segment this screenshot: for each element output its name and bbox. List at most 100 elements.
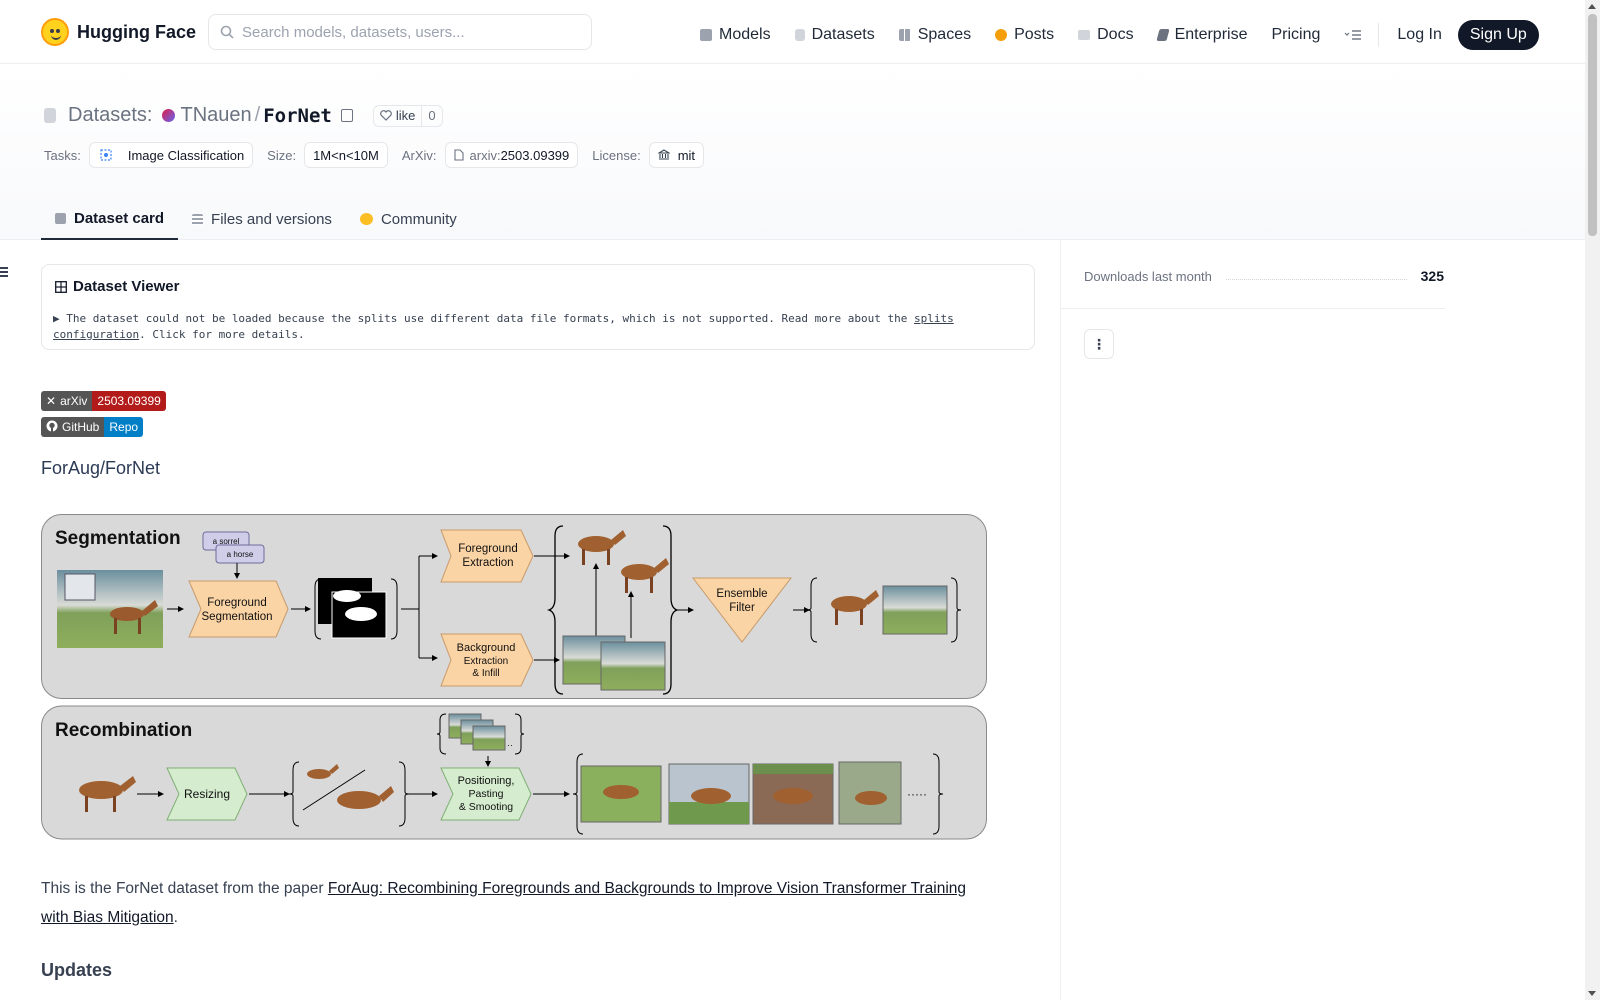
- viewer-error-details[interactable]: ▶ The dataset could not be loaded becaus…: [53, 311, 1013, 343]
- nav-enterprise-label: Enterprise: [1174, 26, 1248, 43]
- arxiv-badge[interactable]: ✕ arXiv 2503.09399: [41, 391, 166, 411]
- tab-dataset-card-label: Dataset card: [74, 209, 165, 227]
- license-value: mit: [677, 147, 696, 163]
- task-tag-label: Image Classification: [127, 147, 245, 163]
- owner-avatar: [162, 109, 176, 122]
- card-heading: ForAug/ForNet: [41, 458, 161, 478]
- segmentation-title: Segmentation: [55, 528, 181, 549]
- svg-text:Pasting: Pasting: [468, 788, 503, 800]
- repo-owner-link[interactable]: TNauen: [180, 104, 251, 127]
- scroll-down-arrow-icon[interactable]: [1588, 991, 1596, 996]
- dataset-viewer-title: Dataset Viewer: [55, 278, 179, 295]
- svg-text:Resizing: Resizing: [184, 787, 230, 801]
- enterprise-icon: [1155, 29, 1170, 41]
- more-options-button[interactable]: ⋮: [1084, 329, 1114, 359]
- svg-text:Positioning,: Positioning,: [458, 775, 515, 787]
- arxiv-tag[interactable]: arxiv: 2503.09399: [444, 142, 579, 168]
- foreground-extraction-step: [440, 529, 534, 583]
- book-icon: [1078, 30, 1091, 40]
- repo-header: Datasets: TNauen / ForNet like 0 Tasks: …: [0, 64, 1585, 240]
- toc-toggle-icon[interactable]: [0, 267, 8, 279]
- card-intro-paragraph: This is the ForNet dataset from the pape…: [41, 880, 967, 926]
- heart-icon: [379, 110, 392, 121]
- recombined-samples-icon: [580, 761, 902, 825]
- svg-text:··: ··: [507, 740, 513, 750]
- background-photo-icon: [600, 641, 666, 691]
- login-link[interactable]: Log In: [1397, 26, 1441, 44]
- downloads-stat: Downloads last month 325: [1084, 268, 1444, 284]
- files-icon: [192, 213, 204, 225]
- svg-text:& Smooting: & Smooting: [459, 801, 513, 813]
- arxiv-badge-left: arXiv: [60, 394, 88, 408]
- svg-text:Filter: Filter: [729, 602, 755, 614]
- tasks-label: Tasks:: [44, 147, 81, 163]
- database-icon: [44, 108, 56, 123]
- nav-more-menu[interactable]: [1344, 23, 1362, 47]
- size-label: Size:: [267, 147, 297, 163]
- viewer-error-suffix: . Click for more details.: [139, 328, 305, 341]
- tab-community[interactable]: Community: [346, 198, 471, 240]
- scale-icon: [657, 149, 670, 160]
- svg-text:·····: ·····: [907, 787, 927, 801]
- svg-text:Ensemble: Ensemble: [716, 588, 767, 600]
- menu-lines-icon: [1344, 30, 1362, 40]
- like-button[interactable]: like: [374, 105, 423, 126]
- home-link[interactable]: Hugging Face: [41, 18, 196, 46]
- hugging-face-logo-icon: [41, 18, 69, 46]
- table-icon: [55, 280, 67, 293]
- nav-enterprise[interactable]: Enterprise: [1155, 23, 1248, 47]
- nav-models[interactable]: Models: [700, 23, 771, 47]
- nav-spaces[interactable]: Spaces: [898, 23, 971, 47]
- nav-posts[interactable]: Posts: [995, 23, 1054, 47]
- repo-slash: /: [254, 104, 261, 126]
- filtered-background-icon: [882, 585, 948, 635]
- nav-datasets-label: Datasets: [811, 26, 875, 43]
- community-icon: [359, 213, 373, 225]
- nav-pricing[interactable]: Pricing: [1271, 23, 1320, 47]
- nav-docs[interactable]: Docs: [1078, 23, 1134, 47]
- tab-files-label: Files and versions: [211, 210, 332, 228]
- svg-text:& Infill: & Infill: [472, 668, 499, 679]
- like-count[interactable]: 0: [422, 106, 441, 126]
- task-tag-image-classification[interactable]: Image Classification: [88, 142, 254, 168]
- downloads-label: Downloads last month: [1084, 268, 1212, 284]
- search-input[interactable]: [242, 23, 562, 41]
- grid-icon: [898, 29, 911, 41]
- svg-text:a horse: a horse: [227, 550, 254, 559]
- arxiv-logo-icon: ✕: [46, 394, 57, 408]
- arxiv-badge-right: 2503.09399: [92, 391, 166, 411]
- svg-text:Segmentation: Segmentation: [202, 611, 273, 623]
- signup-button[interactable]: Sign Up: [1457, 20, 1539, 50]
- cube-icon: [700, 29, 712, 41]
- nav-datasets[interactable]: Datasets: [794, 23, 875, 47]
- repo-tabs: Dataset card Files and versions Communit…: [41, 198, 471, 240]
- nav-pricing-label: Pricing: [1271, 26, 1321, 43]
- svg-text:Extraction: Extraction: [464, 656, 508, 667]
- scrollbar-thumb[interactable]: [1588, 14, 1597, 236]
- svg-text:Extraction: Extraction: [462, 557, 513, 569]
- foraug-pipeline-figure: Segmentation Foreground Segmentation a s…: [41, 514, 987, 840]
- sidebar-divider: [1060, 240, 1061, 1000]
- nav-docs-label: Docs: [1097, 26, 1134, 43]
- top-navbar: Hugging Face Models Datasets Spaces Post…: [0, 0, 1585, 64]
- tab-files-and-versions[interactable]: Files and versions: [178, 198, 346, 240]
- repo-name-link[interactable]: ForNet: [263, 105, 332, 127]
- repo-type-link[interactable]: Datasets:: [68, 104, 152, 127]
- github-badge-left: GitHub: [62, 420, 100, 434]
- license-tag[interactable]: mit: [648, 142, 705, 168]
- page-scrollbar[interactable]: [1585, 0, 1600, 1000]
- github-badge[interactable]: GitHub Repo: [41, 417, 144, 437]
- svg-text:Foreground: Foreground: [207, 597, 266, 609]
- copy-icon[interactable]: [340, 109, 353, 122]
- document-icon: [453, 149, 464, 161]
- foreground-segmentation-step: [188, 580, 289, 638]
- tab-dataset-card[interactable]: Dataset card: [41, 198, 179, 240]
- github-badge-right: Repo: [104, 417, 144, 437]
- tab-community-label: Community: [380, 210, 457, 228]
- size-tag[interactable]: 1M<n<10M: [304, 142, 388, 168]
- search-box[interactable]: [208, 14, 592, 50]
- like-widget: like 0: [372, 104, 443, 127]
- svg-text:Background: Background: [457, 642, 516, 654]
- bubble-icon: [995, 29, 1008, 41]
- scroll-up-arrow-icon[interactable]: [1588, 4, 1596, 9]
